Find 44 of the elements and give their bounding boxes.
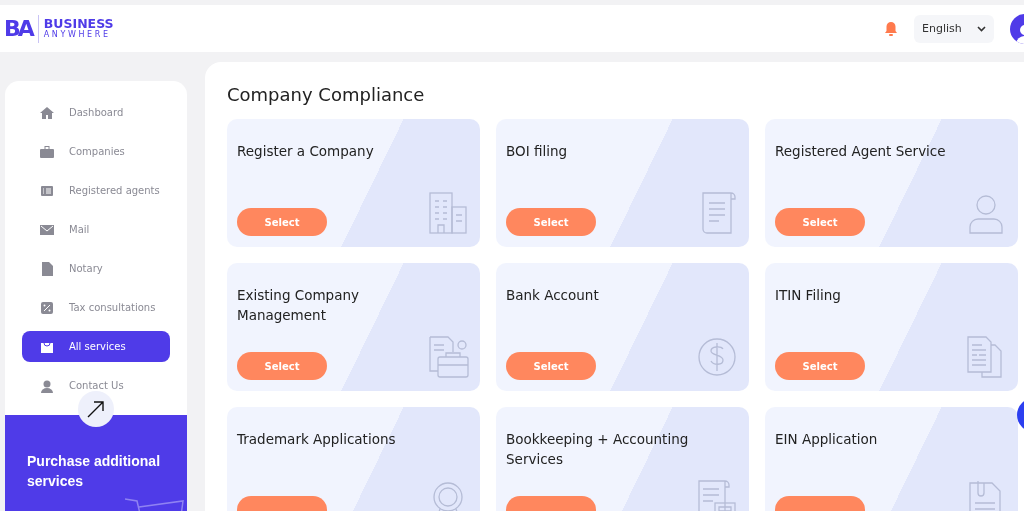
briefcase-document-icon bbox=[426, 335, 470, 379]
card-title: Register a Company bbox=[237, 142, 375, 161]
select-button[interactable]: Select bbox=[237, 352, 327, 380]
sidebar-item[interactable]: Dashboard bbox=[22, 97, 170, 128]
sidebar-item[interactable]: All services bbox=[22, 331, 170, 362]
logo-mark: BA bbox=[4, 14, 39, 43]
building-icon bbox=[426, 191, 470, 235]
sidebar-item[interactable]: Mail bbox=[22, 214, 170, 245]
promo-title: Purchase additional services bbox=[27, 452, 162, 491]
briefcase-icon bbox=[40, 144, 54, 159]
card-title: BOI filing bbox=[506, 142, 569, 161]
card-title: Bookkeeping + Accounting Services bbox=[506, 430, 690, 469]
select-button[interactable]: Select bbox=[775, 352, 865, 380]
arrow-button[interactable] bbox=[78, 391, 114, 427]
select-button[interactable]: Select bbox=[237, 208, 327, 236]
chevron-down-icon bbox=[977, 25, 986, 32]
home-icon bbox=[40, 105, 54, 120]
select-button[interactable]: Select bbox=[506, 352, 596, 380]
percent-icon bbox=[40, 300, 54, 315]
list-icon bbox=[40, 183, 54, 198]
sidebar-item[interactable]: Tax consultations bbox=[22, 292, 170, 323]
arrow-icon bbox=[87, 400, 105, 418]
mail-icon bbox=[40, 222, 54, 237]
logo-subtext: ANYWHERE bbox=[43, 28, 112, 40]
sidebar-item[interactable]: Companies bbox=[22, 136, 170, 167]
card-title: Bank Account bbox=[506, 286, 600, 305]
card-title: Existing Company Management bbox=[237, 286, 360, 325]
language-select[interactable]: English bbox=[914, 14, 994, 43]
receipt-icon bbox=[695, 479, 739, 511]
logo-text: BUSINESS bbox=[43, 17, 114, 29]
card-title: ITIN Filing bbox=[775, 286, 842, 305]
file-icon bbox=[40, 261, 54, 276]
sidebar-item[interactable]: Notary bbox=[22, 253, 170, 284]
card-title: EIN Application bbox=[775, 430, 879, 449]
card-title: Registered Agent Service bbox=[775, 142, 947, 161]
card-title: Trademark Applications bbox=[237, 430, 397, 449]
sidebar-item[interactable]: Registered agents bbox=[22, 175, 170, 206]
dollar-icon bbox=[695, 335, 739, 379]
bell-icon[interactable] bbox=[884, 20, 898, 37]
select-button[interactable]: Select bbox=[506, 208, 596, 236]
select-button[interactable]: Select bbox=[775, 208, 865, 236]
support-agent-icon bbox=[40, 378, 54, 393]
sidebar-item[interactable]: Contact Us bbox=[22, 370, 170, 401]
page-title: Company Compliance bbox=[227, 84, 426, 105]
